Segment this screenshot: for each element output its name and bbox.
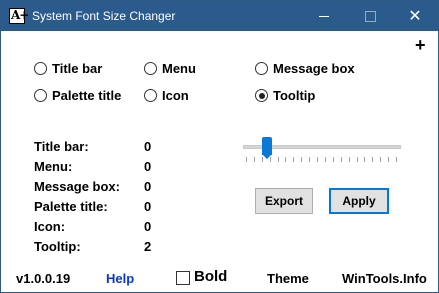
slider-tick: [380, 157, 382, 162]
slider-tick: [277, 157, 279, 162]
bold-label[interactable]: Bold: [194, 268, 227, 285]
radio-label: Message box: [273, 61, 355, 76]
window-title: System Font Size Changer: [32, 9, 176, 23]
slider-tick: [324, 157, 326, 162]
radio-circle: [34, 62, 47, 75]
version-label: v1.0.0.19: [16, 271, 71, 286]
apply-button[interactable]: Apply: [329, 188, 389, 214]
app-font-icon: A+: [9, 8, 29, 24]
plus-button[interactable]: +: [415, 35, 426, 56]
slider-tick: [293, 157, 295, 162]
export-button[interactable]: Export: [255, 188, 313, 214]
slider-tick: [388, 157, 390, 162]
radio-label: Title bar: [52, 61, 103, 76]
maximize-icon: [365, 11, 376, 22]
radio-circle: [144, 62, 157, 75]
wintools-link[interactable]: WinTools.Info: [342, 271, 427, 286]
close-icon: ✕: [408, 6, 422, 25]
slider-tick: [340, 157, 342, 162]
radio-circle: [34, 89, 47, 102]
font-size-slider[interactable]: [243, 137, 401, 167]
slider-tick: [309, 157, 311, 162]
main-window: A+ System Font Size Changer ✕ + Title ba…: [0, 0, 439, 293]
radio-label: Palette title: [52, 88, 122, 103]
slider-thumb[interactable]: [261, 137, 272, 159]
radio-circle: [144, 89, 157, 102]
slider-tick: [261, 157, 263, 162]
maximize-button[interactable]: [347, 1, 393, 31]
radio-label: Icon: [162, 88, 189, 103]
slider-tick: [332, 157, 334, 162]
theme-button[interactable]: Theme: [267, 271, 309, 286]
radio-circle: [255, 62, 268, 75]
title-bar[interactable]: A+ System Font Size Changer ✕: [1, 1, 438, 31]
radio-label: Menu: [162, 61, 196, 76]
minimize-button[interactable]: [301, 1, 347, 31]
slider-tick: [301, 157, 303, 162]
slider-tick: [253, 157, 255, 162]
radio-circle-checked: [255, 89, 268, 102]
help-link[interactable]: Help: [106, 271, 134, 286]
slider-tick: [396, 157, 397, 162]
slider-tick: [372, 157, 374, 162]
slider-tick: [356, 157, 358, 162]
slider-ticks: [243, 157, 399, 163]
bold-checkbox[interactable]: [176, 271, 190, 285]
slider-tick: [246, 157, 247, 162]
slider-tick: [317, 157, 319, 162]
slider-tick: [269, 157, 271, 162]
slider-tick: [364, 157, 366, 162]
minimize-icon: [319, 16, 329, 17]
slider-tick: [285, 157, 287, 162]
close-button[interactable]: ✕: [392, 1, 438, 31]
slider-tick: [348, 157, 350, 162]
radio-label: Tooltip: [273, 88, 316, 103]
